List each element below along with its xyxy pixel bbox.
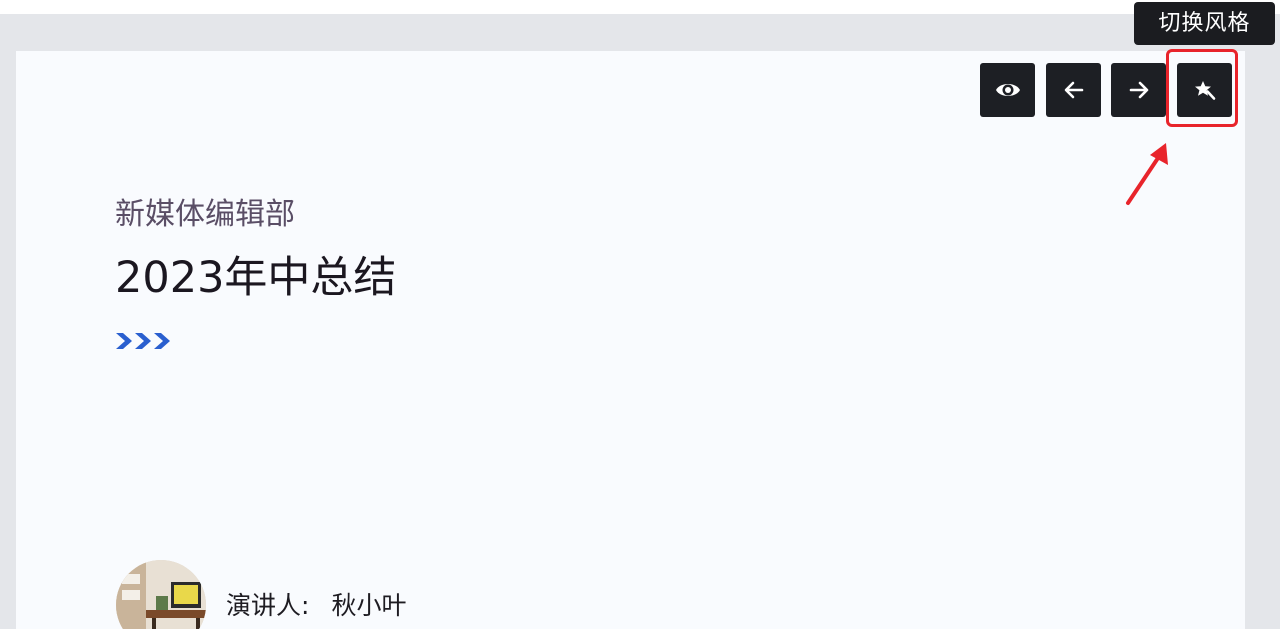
slide-subtitle: 新媒体编辑部 (115, 197, 295, 232)
arrow-left-icon (1063, 80, 1085, 100)
presenter-name: 秋小叶 (331, 591, 407, 620)
tooltip-switch-style: 切换风格 (1134, 2, 1275, 45)
triple-chevron-right-icon (116, 333, 170, 349)
eye-icon (995, 80, 1021, 100)
arrow-right-icon (1128, 80, 1150, 100)
previous-slide-button[interactable] (1046, 63, 1101, 117)
switch-style-button[interactable] (1177, 63, 1232, 117)
presenter-label: 演讲人: (226, 591, 310, 620)
slide-preview[interactable] (16, 51, 1245, 629)
editor-canvas: 切换风格 新媒体编辑部 2023年中总结 演讲人: 秋小叶 (0, 0, 1280, 629)
slide-title: 2023年中总结 (115, 253, 397, 303)
magic-wand-icon (1193, 79, 1217, 101)
next-slide-button[interactable] (1111, 63, 1166, 117)
top-strip (0, 0, 1280, 14)
presenter-line: 演讲人: 秋小叶 (226, 588, 406, 624)
preview-button[interactable] (980, 63, 1035, 117)
